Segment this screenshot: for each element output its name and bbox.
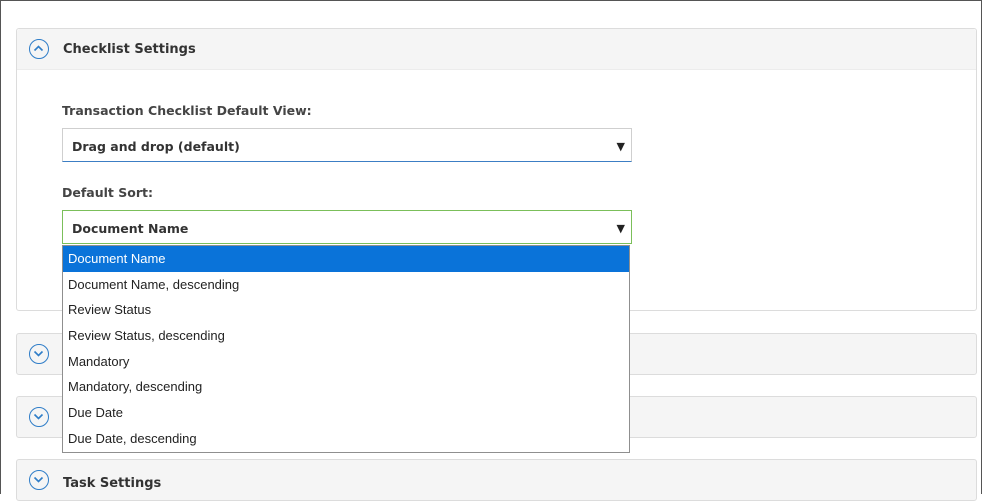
chevron-down-circle-icon[interactable]	[29, 344, 49, 364]
sort-option[interactable]: Document Name, descending	[63, 272, 629, 298]
sort-option[interactable]: Review Status, descending	[63, 323, 629, 349]
default-sort-dropdown-list[interactable]: Document Name Document Name, descending …	[62, 245, 630, 453]
sort-option[interactable]: Due Date, descending	[63, 426, 629, 452]
chevron-up-circle-icon[interactable]	[29, 39, 49, 59]
task-settings-title: Task Settings	[63, 476, 162, 491]
sort-option[interactable]: Mandatory, descending	[63, 374, 629, 400]
sort-option[interactable]: Document Name	[63, 246, 629, 272]
default-sort-value: Document Name	[72, 221, 189, 236]
chevron-down-circle-icon[interactable]	[29, 470, 49, 490]
checklist-settings-header[interactable]: Checklist Settings	[17, 29, 976, 70]
default-view-label: Transaction Checklist Default View:	[62, 103, 312, 118]
dropdown-arrow-icon: ▼	[616, 140, 625, 153]
default-view-value: Drag and drop (default)	[72, 139, 240, 154]
default-sort-label: Default Sort:	[62, 185, 153, 200]
checklist-settings-title: Checklist Settings	[63, 42, 196, 57]
default-sort-select[interactable]: Document Name ▼	[62, 210, 632, 244]
sort-option[interactable]: Due Date	[63, 400, 629, 426]
sort-option[interactable]: Mandatory	[63, 349, 629, 375]
dropdown-arrow-icon: ▼	[616, 222, 625, 235]
chevron-down-circle-icon[interactable]	[29, 407, 49, 427]
sort-option[interactable]: Review Status	[63, 297, 629, 323]
default-view-select[interactable]: Drag and drop (default) ▼	[62, 128, 632, 162]
